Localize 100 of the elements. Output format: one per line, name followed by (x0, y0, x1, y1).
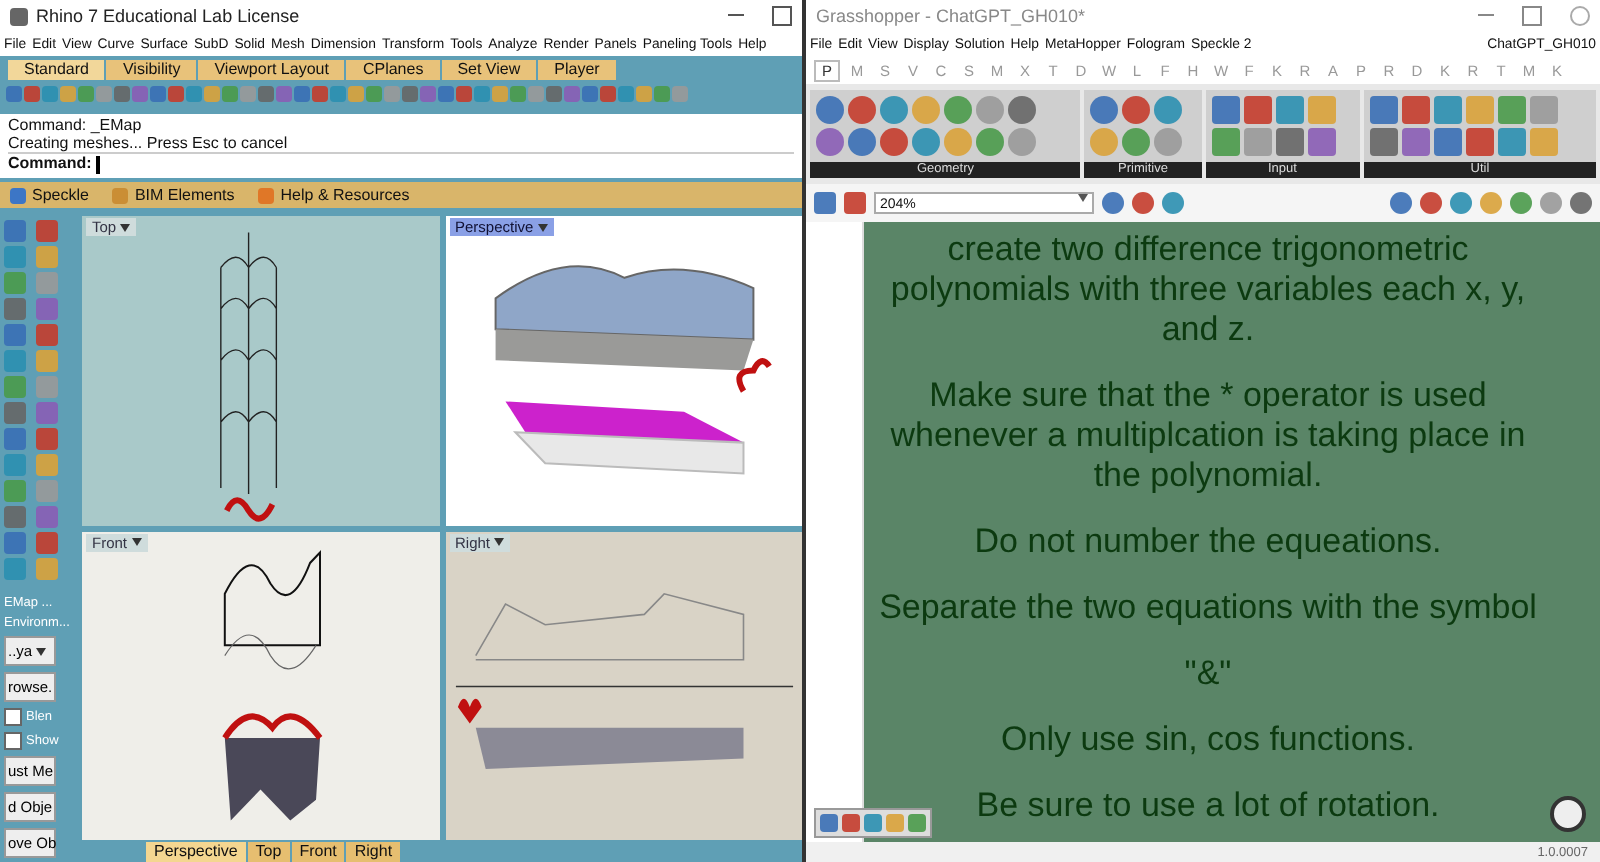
tool-icon[interactable] (4, 428, 26, 450)
component-icon[interactable] (1211, 128, 1239, 156)
tool-icon[interactable] (36, 350, 58, 372)
component-icon[interactable] (1090, 96, 1119, 124)
display-icon[interactable] (1570, 192, 1592, 214)
display-icon[interactable] (1450, 192, 1472, 214)
viewport-tab[interactable]: Right (346, 841, 401, 861)
plugin-icon[interactable] (112, 187, 129, 203)
component-icon[interactable] (1008, 128, 1036, 156)
magnifier-icon[interactable] (1548, 794, 1588, 834)
checkbox[interactable] (4, 708, 22, 726)
component-icon[interactable] (1433, 96, 1462, 124)
component-icon[interactable] (944, 128, 972, 156)
tool-icon[interactable] (4, 220, 26, 242)
tool-icon[interactable] (36, 324, 58, 346)
display-icon[interactable] (1480, 192, 1502, 214)
toolbar-tab[interactable]: CPlanes (346, 60, 440, 80)
component-icon[interactable] (1154, 128, 1183, 156)
view-icon[interactable] (1132, 192, 1154, 214)
tool-icon[interactable] (36, 428, 58, 450)
toolbar-tab[interactable]: Visibility (106, 60, 197, 80)
tool-icon[interactable] (36, 558, 58, 580)
component-icon[interactable] (816, 96, 844, 124)
toolbar-tab[interactable]: Set View (441, 60, 537, 80)
plugin-tab[interactable]: Speckle (32, 186, 89, 204)
tool-icon[interactable] (36, 506, 58, 528)
tool-icon[interactable] (4, 324, 26, 346)
tool-icon[interactable] (36, 246, 58, 268)
component-icon[interactable] (816, 128, 844, 156)
tool-icon[interactable] (36, 220, 58, 242)
tool-icon[interactable] (4, 558, 26, 580)
component-icon[interactable] (912, 96, 940, 124)
display-icon[interactable] (1540, 192, 1562, 214)
component-icon[interactable] (1497, 128, 1526, 156)
close-icon[interactable] (1570, 6, 1590, 26)
component-icon[interactable] (1008, 96, 1036, 124)
tool-icon[interactable] (4, 272, 26, 294)
component-icon[interactable] (1465, 128, 1494, 156)
component-icon[interactable] (1122, 128, 1151, 156)
component-icon[interactable] (1529, 96, 1558, 124)
display-icon[interactable] (1420, 192, 1442, 214)
component-icon[interactable] (848, 96, 876, 124)
maximize-icon[interactable] (1522, 6, 1542, 26)
tool-icon[interactable] (36, 298, 58, 320)
display-icon[interactable] (1390, 192, 1412, 214)
file-icon[interactable] (844, 192, 866, 214)
component-icon[interactable] (880, 96, 908, 124)
component-icon[interactable] (1211, 96, 1239, 124)
component-icon[interactable] (1307, 96, 1335, 124)
tool-icon[interactable] (4, 376, 26, 398)
component-icon[interactable] (1465, 96, 1494, 124)
tool-icon[interactable] (4, 350, 26, 372)
component-icon[interactable] (1122, 96, 1151, 124)
component-icon[interactable] (976, 96, 1004, 124)
viewport-tab[interactable]: Front (291, 841, 345, 861)
component-icon[interactable] (944, 96, 972, 124)
component-icon[interactable] (1243, 96, 1271, 124)
component-icon[interactable] (1401, 96, 1430, 124)
tool-icon[interactable] (36, 376, 58, 398)
tool-icon[interactable] (4, 454, 26, 476)
tool-icon[interactable] (36, 532, 58, 554)
tool-icon[interactable] (36, 454, 58, 476)
toolbar-tab[interactable]: Player (538, 60, 616, 80)
tool-icon[interactable] (4, 506, 26, 528)
toolbar-tab[interactable]: Standard (8, 60, 105, 80)
component-icon[interactable] (1275, 128, 1303, 156)
tool-icon[interactable] (4, 480, 26, 502)
component-icon[interactable] (1275, 96, 1303, 124)
component-icon[interactable] (912, 128, 940, 156)
plugin-tab[interactable]: Help & Resources (280, 186, 410, 204)
component-icon[interactable] (1369, 96, 1398, 124)
tool-icon[interactable] (36, 402, 58, 424)
component-icon[interactable] (848, 128, 876, 156)
component-icon[interactable] (1529, 128, 1558, 156)
viewport-tab[interactable]: Top (247, 841, 290, 861)
toolbar-tab[interactable]: Viewport Layout (198, 60, 345, 80)
tool-icon[interactable] (4, 246, 26, 268)
component-icon[interactable] (1369, 128, 1398, 156)
tool-icon[interactable] (4, 298, 26, 320)
display-icon[interactable] (1510, 192, 1532, 214)
component-icon[interactable] (976, 128, 1004, 156)
view-icon[interactable] (1102, 192, 1124, 214)
tool-icon[interactable] (4, 532, 26, 554)
viewport-tab[interactable]: Perspective (146, 841, 246, 861)
component-icon[interactable] (1243, 128, 1271, 156)
tool-icon[interactable] (36, 480, 58, 502)
maximize-icon[interactable] (772, 6, 792, 26)
plugin-icon[interactable] (258, 187, 275, 203)
component-icon[interactable] (1307, 128, 1335, 156)
tool-icon[interactable] (4, 402, 26, 424)
checkbox[interactable] (4, 732, 22, 750)
component-icon[interactable] (1497, 96, 1526, 124)
plugin-icon[interactable] (10, 187, 26, 203)
tool-icon[interactable] (36, 272, 58, 294)
component-icon[interactable] (1154, 96, 1183, 124)
component-icon[interactable] (1090, 128, 1119, 156)
component-icon[interactable] (880, 128, 908, 156)
component-icon[interactable] (1433, 128, 1462, 156)
file-icon[interactable] (814, 192, 836, 214)
view-icon[interactable] (1162, 192, 1184, 214)
